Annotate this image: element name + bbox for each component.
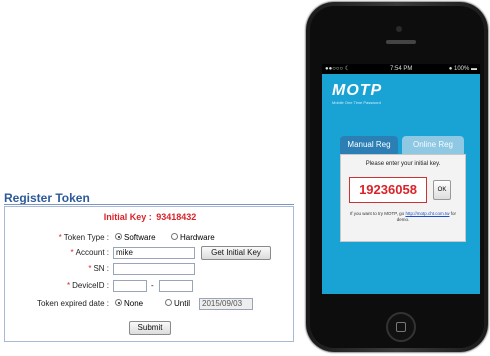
tab-manual-reg[interactable]: Manual Reg xyxy=(340,136,398,154)
device-id-input-1[interactable] xyxy=(113,280,147,292)
hardware-option-label: Hardware xyxy=(180,233,215,242)
expired-date-label: Token expired date : xyxy=(36,299,109,308)
register-token-form: Initial Key : 93418432 * Token Type : Sof… xyxy=(4,206,294,342)
demo-note-prefix: If you want to try MOTP, go xyxy=(349,211,405,216)
motp-logo: MOTP xyxy=(332,82,383,99)
sn-label: * SN : xyxy=(88,262,109,276)
phone-device: ●●○○○ ☾ 7:54 PM ● 100% ▬ MOTP Mobile One… xyxy=(306,2,488,352)
manual-reg-card: Please enter your initial key. 19236058 … xyxy=(340,154,466,242)
until-date-input[interactable]: 2015/09/03 xyxy=(199,298,253,310)
device-id-label-text: DeviceID : xyxy=(72,281,109,290)
device-id-separator: - xyxy=(151,281,154,290)
camera-icon xyxy=(396,26,402,32)
software-option-label: Software xyxy=(124,233,156,242)
register-token-title: Register Token xyxy=(4,191,90,205)
radio-unselected-icon[interactable] xyxy=(165,299,172,307)
home-square-icon xyxy=(396,322,406,332)
phone-body: ●●○○○ ☾ 7:54 PM ● 100% ▬ MOTP Mobile One… xyxy=(310,6,484,348)
required-marker: * xyxy=(58,233,62,242)
expired-none-radio[interactable]: None xyxy=(115,297,143,311)
status-bar: ●●○○○ ☾ 7:54 PM ● 100% ▬ xyxy=(322,64,480,74)
token-type-row: * Token Type : xyxy=(5,231,109,245)
none-option-label: None xyxy=(124,299,144,308)
radio-selected-icon[interactable] xyxy=(115,233,122,241)
sn-label-text: SN : xyxy=(93,264,109,273)
required-marker: * xyxy=(70,248,74,257)
battery-icon: ● 100% ▬ xyxy=(448,66,477,72)
device-id-row: * DeviceID : xyxy=(5,279,109,293)
demo-link[interactable]: http://motp.cht.com.tw xyxy=(405,211,449,216)
account-row: * Account : xyxy=(5,246,109,260)
initial-key-value: 93418432 xyxy=(156,212,197,222)
speaker-grille xyxy=(386,40,416,44)
status-time: 7:54 PM xyxy=(390,66,413,72)
ok-button[interactable]: OK xyxy=(433,180,451,200)
account-input[interactable]: mike xyxy=(113,247,195,259)
phone-screen: ●●○○○ ☾ 7:54 PM ● 100% ▬ MOTP Mobile One… xyxy=(322,64,480,294)
home-button[interactable] xyxy=(386,312,416,342)
radio-selected-icon[interactable] xyxy=(115,299,122,307)
device-id-label: * DeviceID : xyxy=(67,279,109,293)
required-marker: * xyxy=(66,281,71,290)
device-id-input-2[interactable] xyxy=(159,280,193,292)
token-type-label-text: Token Type : xyxy=(63,233,109,242)
demo-note: If you want to try MOTP, go http://motp.… xyxy=(347,211,459,223)
title-divider xyxy=(4,204,294,205)
sn-row: * SN : xyxy=(5,262,109,276)
app-tagline: Mobile One Time Password xyxy=(332,100,381,105)
sn-input[interactable] xyxy=(113,263,195,275)
token-type-label: * Token Type : xyxy=(59,231,109,245)
tab-online-reg[interactable]: Online Reg xyxy=(402,136,464,154)
initial-key-prompt: Please enter your initial key. xyxy=(365,161,441,167)
token-type-hardware-radio[interactable]: Hardware xyxy=(171,231,215,245)
radio-unselected-icon[interactable] xyxy=(171,233,178,241)
required-marker: * xyxy=(88,264,92,273)
until-option-label: Until xyxy=(174,299,191,308)
initial-key-display: Initial Key : 93418432 xyxy=(5,212,293,222)
signal-icon: ●●○○○ ☾ xyxy=(325,66,351,72)
account-label-text: Account : xyxy=(75,248,109,257)
submit-button[interactable]: Submit xyxy=(129,321,171,335)
get-initial-key-button[interactable]: Get Initial Key xyxy=(201,246,271,260)
token-type-software-radio[interactable]: Software xyxy=(115,231,156,245)
expired-until-radio[interactable]: Until xyxy=(165,297,190,311)
expired-date-row: Token expired date : xyxy=(5,297,109,311)
initial-key-input[interactable]: 19236058 xyxy=(349,177,427,203)
initial-key-label: Initial Key : xyxy=(103,212,152,222)
account-label: * Account : xyxy=(71,246,109,260)
